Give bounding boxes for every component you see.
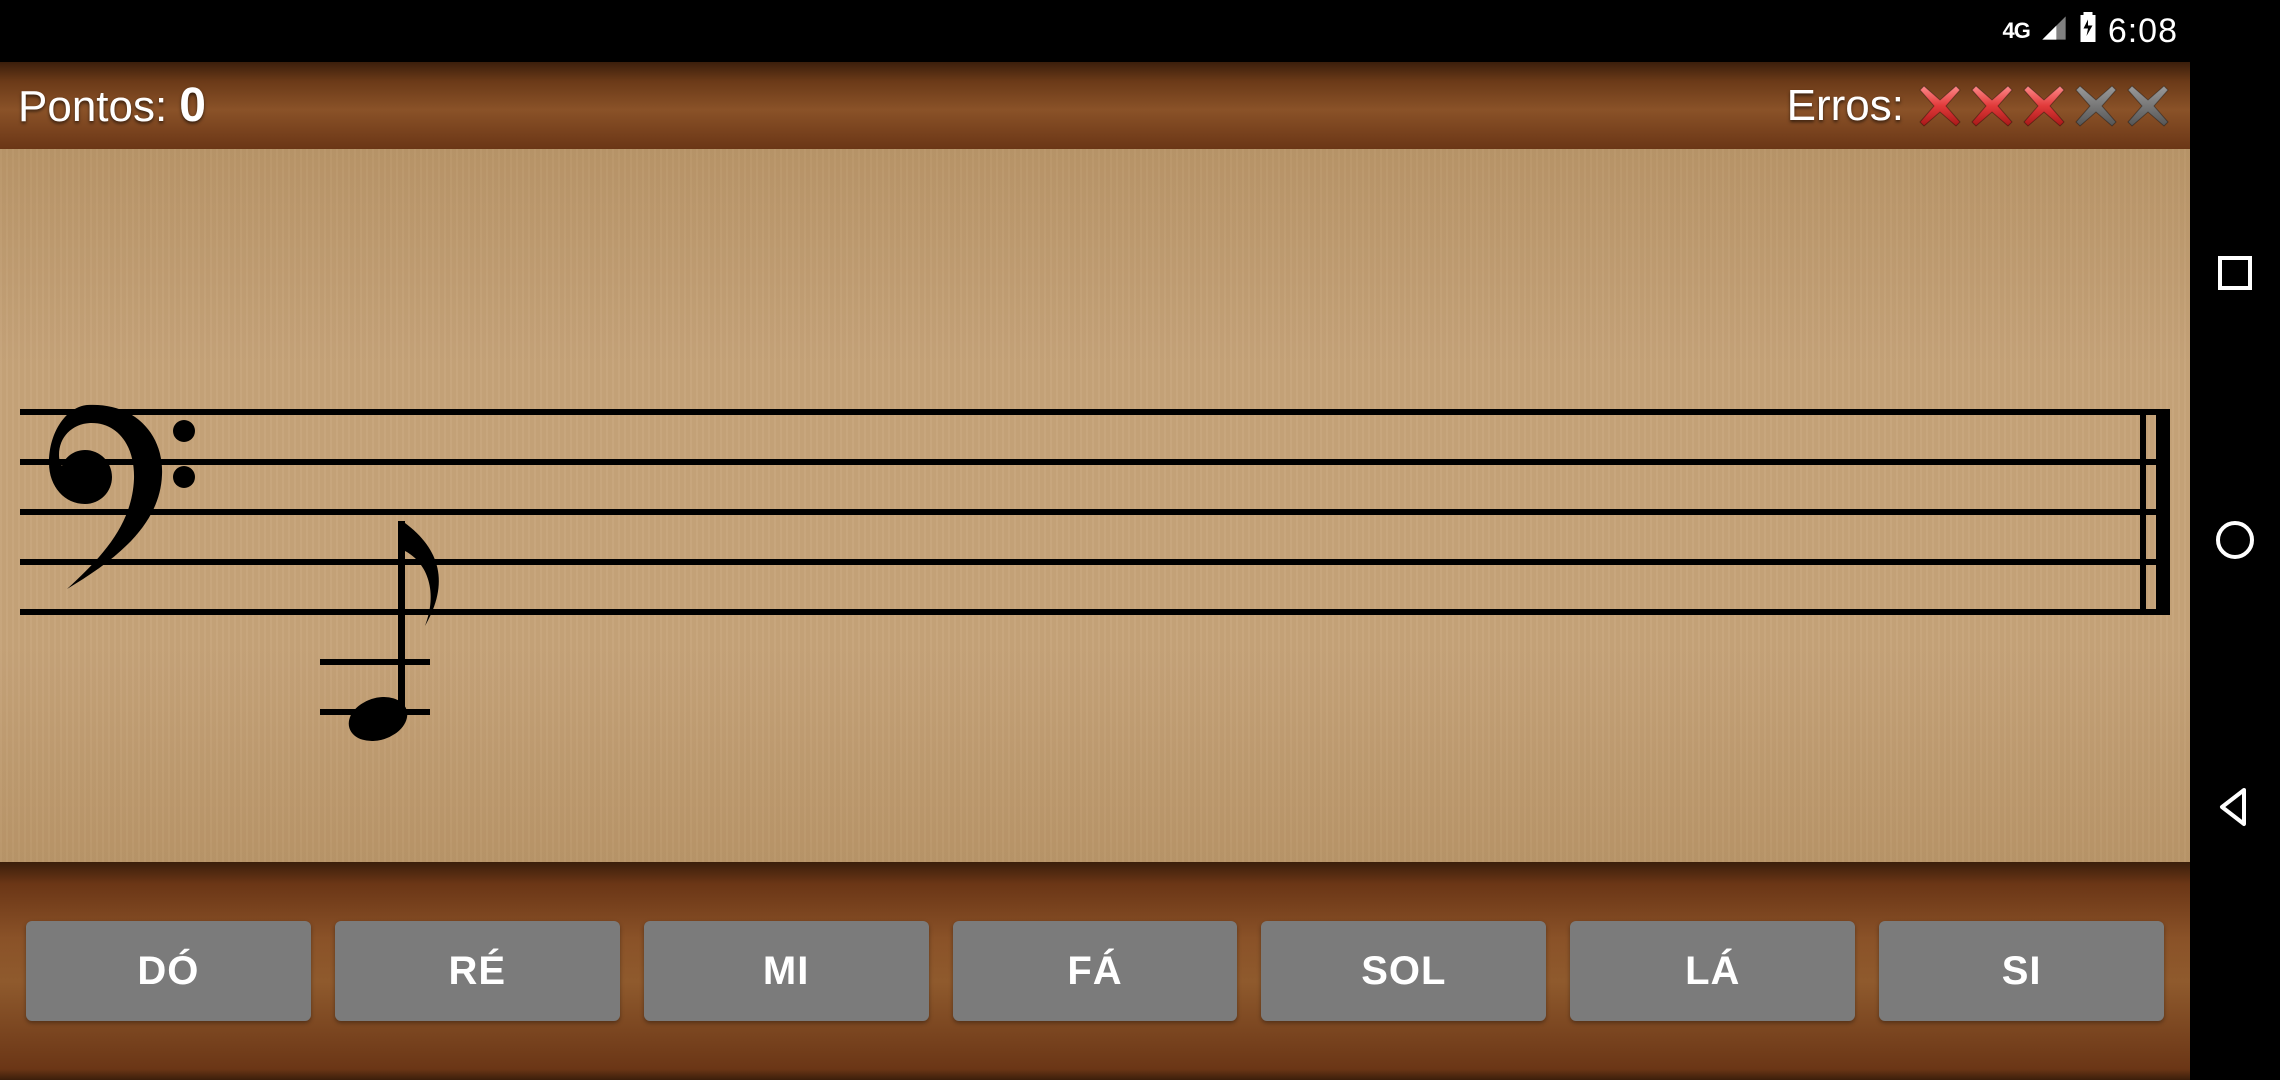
game-area: Pontos: 0 Erros: xyxy=(0,62,2190,1080)
answer-buttons-bar: DÓRÉMIFÁSOLLÁSI xyxy=(0,862,2190,1080)
note-button-sol[interactable]: SOL xyxy=(1261,921,1546,1021)
score-label: Pontos: xyxy=(18,82,167,132)
staff-area xyxy=(0,149,2190,862)
note-button-re[interactable]: RÉ xyxy=(335,921,620,1021)
note-button-fa[interactable]: FÁ xyxy=(953,921,1238,1021)
error-x-icon xyxy=(1916,82,1964,130)
clock-label: 6:08 xyxy=(2108,12,2178,51)
note-button-si[interactable]: SI xyxy=(1879,921,2164,1021)
staff-line xyxy=(20,459,2170,465)
error-x-icon xyxy=(1968,82,2016,130)
staff-line xyxy=(20,509,2170,515)
errors-label: Erros: xyxy=(1787,81,1904,131)
final-barline xyxy=(2140,409,2170,615)
score-display: Pontos: 0 xyxy=(18,78,206,133)
bass-clef-icon xyxy=(32,397,202,597)
errors-display: Erros: xyxy=(1787,81,2172,131)
battery-charging-icon xyxy=(2078,12,2098,51)
error-x-icon xyxy=(2072,82,2120,130)
note-button-do[interactable]: DÓ xyxy=(26,921,311,1021)
signal-icon xyxy=(2040,12,2068,51)
recent-apps-icon[interactable] xyxy=(2212,250,2258,296)
music-note-icon xyxy=(330,521,460,781)
note-button-mi[interactable]: MI xyxy=(644,921,929,1021)
music-staff xyxy=(20,409,2170,629)
note-button-la[interactable]: LÁ xyxy=(1570,921,1855,1021)
android-nav-bar xyxy=(2190,0,2280,1080)
score-value: 0 xyxy=(179,78,206,133)
staff-line xyxy=(20,409,2170,415)
error-x-icon xyxy=(2124,82,2172,130)
home-icon[interactable] xyxy=(2212,517,2258,563)
header-bar: Pontos: 0 Erros: xyxy=(0,62,2190,149)
error-x-icon xyxy=(2020,82,2068,130)
network-label: 4G xyxy=(2002,18,2029,44)
android-status-bar: 4G 6:08 xyxy=(2002,0,2190,62)
back-icon[interactable] xyxy=(2212,784,2258,830)
